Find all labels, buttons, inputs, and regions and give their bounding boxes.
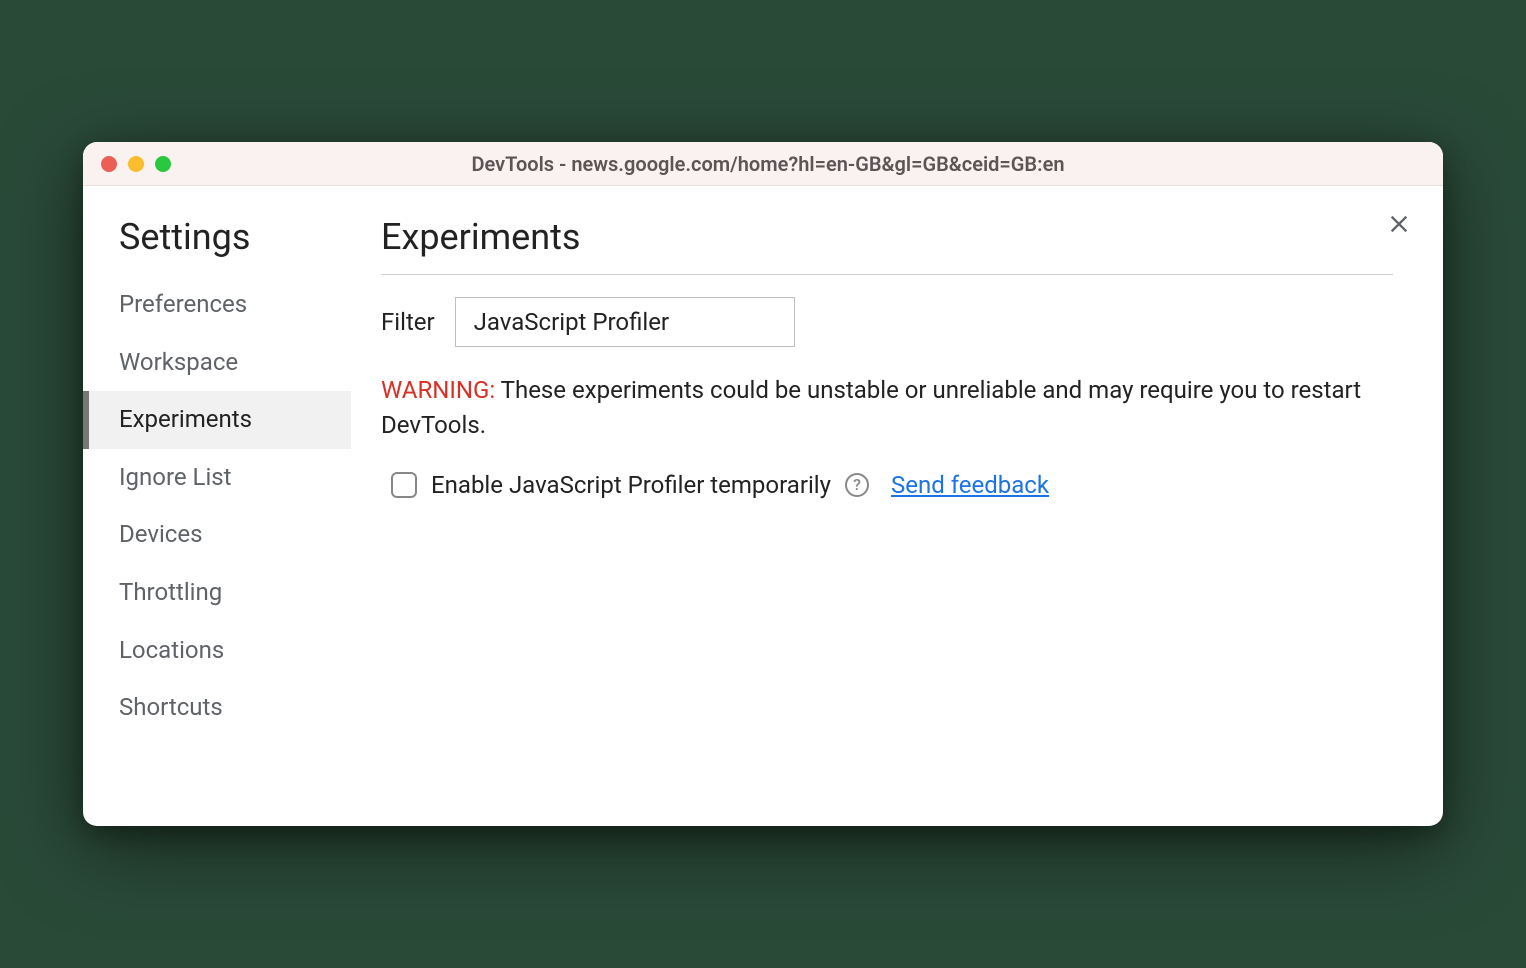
send-feedback-link[interactable]: Send feedback [891, 471, 1049, 499]
panel-heading: Experiments [381, 216, 1393, 275]
maximize-window-button[interactable] [155, 156, 171, 172]
experiment-row: Enable JavaScript Profiler temporarily ?… [381, 471, 1393, 499]
sidebar-item-ignore-list[interactable]: Ignore List [83, 449, 351, 507]
settings-main-panel: Experiments Filter WARNING: These experi… [351, 186, 1443, 826]
sidebar-item-shortcuts[interactable]: Shortcuts [83, 679, 351, 737]
close-settings-button[interactable] [1385, 210, 1413, 242]
settings-sidebar: Settings Preferences Workspace Experimen… [83, 186, 351, 826]
filter-label: Filter [381, 308, 435, 336]
help-icon[interactable]: ? [845, 473, 869, 497]
experiment-label: Enable JavaScript Profiler temporarily [431, 471, 831, 499]
sidebar-item-throttling[interactable]: Throttling [83, 564, 351, 622]
sidebar-item-experiments[interactable]: Experiments [83, 391, 351, 449]
filter-input[interactable] [455, 297, 795, 347]
settings-title: Settings [83, 216, 351, 276]
close-icon [1385, 210, 1413, 238]
window-titlebar: DevTools - news.google.com/home?hl=en-GB… [83, 142, 1443, 186]
sidebar-item-workspace[interactable]: Workspace [83, 334, 351, 392]
sidebar-item-locations[interactable]: Locations [83, 622, 351, 680]
warning-message: WARNING: These experiments could be unst… [381, 373, 1393, 443]
filter-row: Filter [381, 297, 1393, 347]
warning-prefix: WARNING: [381, 376, 495, 404]
traffic-lights [101, 156, 171, 172]
window-title: DevTools - news.google.com/home?hl=en-GB… [171, 152, 1365, 176]
settings-content: Settings Preferences Workspace Experimen… [83, 186, 1443, 826]
sidebar-item-devices[interactable]: Devices [83, 506, 351, 564]
experiment-checkbox[interactable] [391, 472, 417, 498]
close-window-button[interactable] [101, 156, 117, 172]
minimize-window-button[interactable] [128, 156, 144, 172]
devtools-window: DevTools - news.google.com/home?hl=en-GB… [83, 142, 1443, 826]
sidebar-item-preferences[interactable]: Preferences [83, 276, 351, 334]
warning-body: These experiments could be unstable or u… [381, 376, 1361, 439]
